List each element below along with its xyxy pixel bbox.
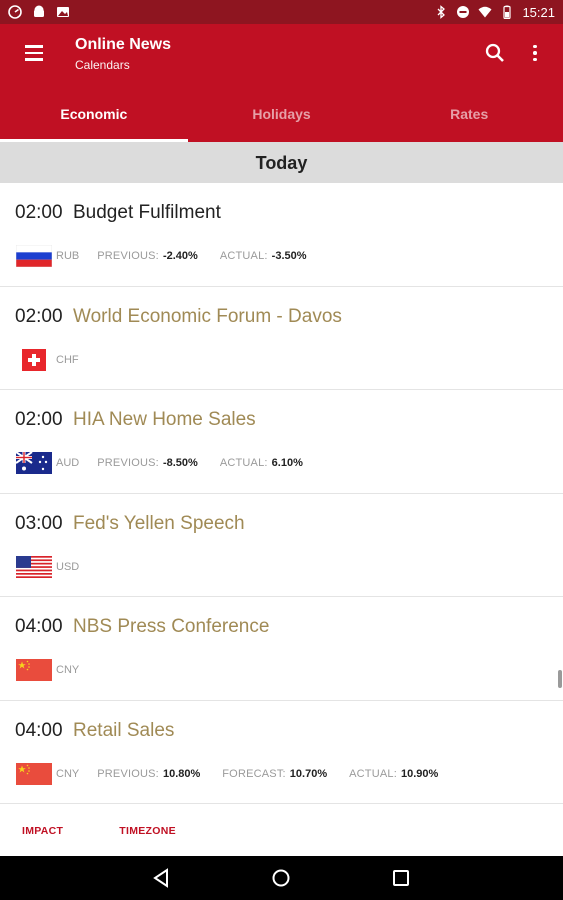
image-icon <box>57 7 69 17</box>
previous-value: -8.50% <box>162 457 198 469</box>
event-time: 02:00 <box>15 305 63 327</box>
recents-icon[interactable] <box>390 867 412 889</box>
previous-label: PREVIOUS: <box>97 457 159 469</box>
previous-value: 10.80% <box>162 767 201 780</box>
event-title: NBS Press Conference <box>73 616 270 637</box>
forecast-value: 10.70% <box>289 767 328 780</box>
speedometer-icon <box>8 5 22 19</box>
previous-label: PREVIOUS: <box>97 767 159 780</box>
actual-value: 6.10% <box>271 457 303 469</box>
event-title: Retail Sales <box>73 719 175 741</box>
back-icon[interactable] <box>150 867 172 889</box>
event-time: 03:00 <box>15 512 63 534</box>
tab-rates[interactable]: Rates <box>375 90 563 142</box>
tab-holidays[interactable]: Holidays <box>188 90 376 142</box>
battery-icon <box>503 5 512 19</box>
currency-code: AUD <box>56 457 80 469</box>
switzerland-flag-icon <box>22 348 46 371</box>
clock-text: 15:21 <box>522 4 555 20</box>
event-meta: AUD PREVIOUS: -8.50% ACTUAL: 6.10% <box>16 452 325 474</box>
australia-flag-icon <box>16 452 52 474</box>
navigation-bar <box>0 856 563 900</box>
event-meta: RUB PREVIOUS: -2.40% ACTUAL: -3.50% <box>16 245 329 267</box>
event-time: 04:00 <box>15 719 63 741</box>
event-row[interactable]: 02:00 Budget Fulfilment RUB PREVIOUS: -2… <box>0 183 563 287</box>
previous-value: -2.40% <box>162 250 198 262</box>
event-meta: CNY <box>16 659 97 681</box>
do-not-disturb-icon <box>457 6 470 18</box>
timezone-button[interactable]: TIMEZONE <box>119 825 176 837</box>
currency-code: RUB <box>56 250 80 262</box>
day-header: Today <box>0 142 563 183</box>
forecast-label: FORECAST: <box>222 767 286 780</box>
status-bar: 15:21 <box>0 0 563 24</box>
event-time: 04:00 <box>15 616 63 637</box>
event-row[interactable]: 04:00 NBS Press Conference CNY <box>0 597 563 701</box>
event-row[interactable]: 02:00 World Economic Forum - Davos CHF <box>0 287 563 390</box>
event-time: 02:00 <box>15 409 63 430</box>
app-subtitle: Calendars <box>75 58 130 72</box>
home-icon[interactable] <box>270 867 292 889</box>
actual-value: 10.90% <box>400 767 439 780</box>
event-row[interactable]: 04:00 Retail Sales CNY PREVIOUS: 10.80% … <box>0 701 563 804</box>
bluetooth-icon <box>437 5 446 19</box>
china-flag-icon <box>16 762 52 785</box>
actual-label: ACTUAL: <box>349 767 397 780</box>
event-meta: CHF <box>16 348 97 371</box>
tab-bar: Economic Holidays Rates <box>0 90 563 142</box>
currency-code: USD <box>56 560 80 573</box>
currency-code: CNY <box>56 664 80 676</box>
event-row[interactable]: 02:00 HIA New Home Sales AUD PREVIOUS: -… <box>0 390 563 494</box>
event-list: 02:00 Budget Fulfilment RUB PREVIOUS: -2… <box>0 183 563 804</box>
previous-label: PREVIOUS: <box>97 250 159 262</box>
wifi-icon <box>478 6 492 18</box>
currency-code: CNY <box>56 767 80 780</box>
tab-economic[interactable]: Economic <box>0 90 188 142</box>
event-title: Budget Fulfilment <box>73 202 221 223</box>
russia-flag-icon <box>16 245 52 267</box>
actual-label: ACTUAL: <box>219 457 268 469</box>
event-time: 02:00 <box>15 202 63 223</box>
china-flag-icon <box>16 659 52 681</box>
usa-flag-icon <box>16 555 52 578</box>
actual-label: ACTUAL: <box>219 250 268 262</box>
event-row[interactable]: 03:00 Fed's Yellen Speech USD <box>0 494 563 597</box>
impact-button[interactable]: IMPACT <box>22 825 63 837</box>
event-title: Fed's Yellen Speech <box>73 512 245 534</box>
menu-icon[interactable] <box>20 41 48 65</box>
event-title: World Economic Forum - Davos <box>73 305 342 327</box>
event-meta: CNY PREVIOUS: 10.80% FORECAST: 10.70% AC… <box>16 762 460 785</box>
currency-code: CHF <box>56 353 79 366</box>
bottom-action-bar: IMPACT TIMEZONE <box>0 806 563 856</box>
event-title: HIA New Home Sales <box>73 409 256 430</box>
event-meta: USD <box>16 555 97 578</box>
android-icon <box>34 5 44 17</box>
actual-value: -3.50% <box>271 250 307 262</box>
scrollbar[interactable] <box>558 670 562 688</box>
search-icon[interactable] <box>482 40 508 66</box>
more-vert-icon[interactable] <box>524 40 546 66</box>
app-bar: Online News Calendars Economic Holidays … <box>0 24 563 142</box>
app-title: Online News <box>75 36 172 53</box>
